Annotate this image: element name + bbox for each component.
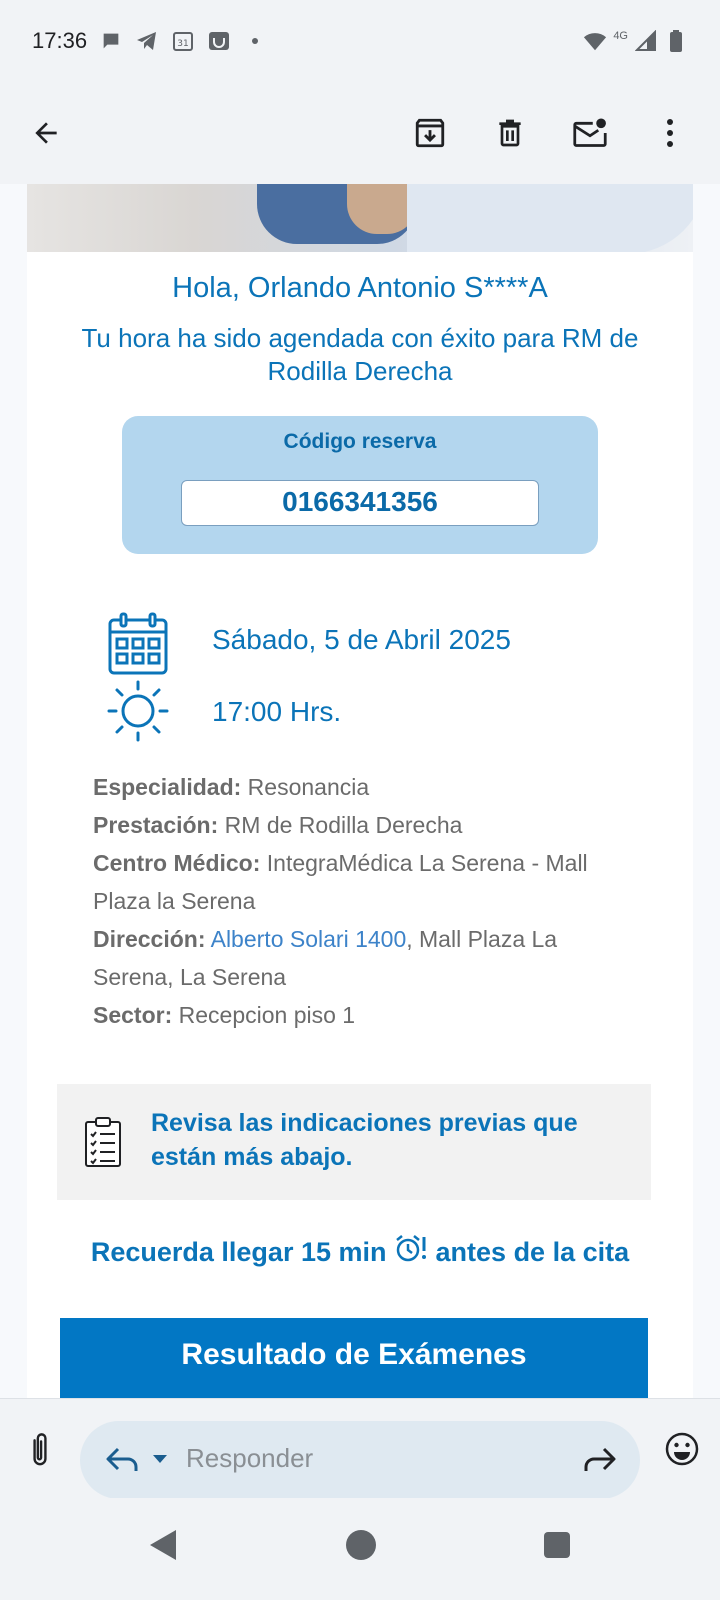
calendar-icon — [108, 612, 168, 675]
sun-icon — [107, 680, 169, 742]
reply-placeholder: Responder — [186, 1443, 314, 1473]
reminder-text: Recuerda llegar 15 min antes de la cita — [27, 1234, 693, 1268]
especialidad-value: Resonancia — [247, 774, 370, 800]
email-body[interactable]: Hola, Orlando Antonio S****A Tu hora ha … — [0, 184, 720, 1398]
sector-label: Sector: — [93, 1002, 173, 1028]
notice-text: Revisa las indicaciones previas que está… — [151, 1109, 578, 1171]
prestacion-label: Prestación: — [93, 812, 219, 838]
hero-image — [27, 184, 693, 252]
appointment-date: Sábado, 5 de Abril 2025 — [212, 624, 511, 655]
detail-centro: Centro Médico: IntegraMédica La Serena -… — [93, 844, 633, 920]
dot-icon — [243, 29, 267, 53]
detail-especialidad: Especialidad: Resonancia — [93, 768, 633, 806]
system-icons: 4G — [583, 29, 688, 53]
telegram-icon — [135, 29, 159, 53]
detail-prestacion: Prestación: RM de Rodilla Derecha — [93, 806, 633, 844]
more-vert-icon[interactable] — [642, 105, 698, 161]
email-card: Hola, Orlando Antonio S****A Tu hora ha … — [27, 184, 693, 1398]
reminder-after: antes de la cita — [435, 1237, 630, 1267]
emoji-icon[interactable] — [660, 1421, 704, 1477]
status-bar: 17:36 31 4G — [0, 0, 720, 82]
nav-back-icon[interactable] — [148, 1528, 178, 1562]
reservation-code-box: Código reserva 0166341356 — [122, 416, 598, 554]
greeting: Hola, Orlando Antonio S****A — [172, 272, 548, 304]
direccion-label: Dirección: — [93, 926, 206, 952]
reply-input[interactable]: Responder — [80, 1421, 640, 1499]
notice-box: Revisa las indicaciones previas que está… — [57, 1084, 651, 1200]
confirmation-subtitle: Tu hora ha sido agendada con éxito para … — [81, 323, 639, 386]
address-link[interactable]: Alberto Solari 1400 — [211, 926, 407, 952]
mailbox-icon — [207, 29, 231, 53]
alarm-clock-icon — [396, 1235, 427, 1262]
centro-label: Centro Médico: — [93, 850, 261, 876]
back-arrow-icon[interactable] — [22, 109, 70, 157]
prestacion-value: RM de Rodilla Derecha — [224, 812, 463, 838]
system-nav-bar — [0, 1498, 720, 1600]
wifi-icon — [583, 29, 607, 53]
reservation-code-value: 0166341356 — [181, 480, 539, 526]
reply-icon[interactable] — [102, 1441, 142, 1479]
battery-icon — [664, 29, 688, 53]
calendar-31-icon: 31 — [171, 29, 195, 53]
clipboard-icon — [85, 1117, 121, 1167]
email-toolbar — [0, 82, 720, 184]
sector-value: Recepcion piso 1 — [178, 1002, 356, 1028]
chat-bubble-icon — [99, 29, 123, 53]
detail-sector: Sector: Recepcion piso 1 — [93, 996, 633, 1034]
reply-bar: Responder — [0, 1398, 720, 1499]
appointment-time: 17:00 Hrs. — [212, 696, 342, 727]
status-time: 17:36 — [32, 28, 88, 53]
appointment-details: Especialidad: Resonancia Prestación: RM … — [93, 768, 633, 1034]
notification-icons: 31 — [99, 29, 267, 53]
forward-icon[interactable] — [580, 1441, 620, 1479]
trash-icon[interactable] — [482, 105, 538, 161]
chevron-down-icon[interactable] — [150, 1449, 170, 1469]
especialidad-label: Especialidad: — [93, 774, 242, 800]
exam-results-button[interactable]: Resultado de Exámenes — [60, 1318, 648, 1398]
detail-direccion: Dirección: Alberto Solari 1400, Mall Pla… — [93, 920, 633, 996]
svg-text:31: 31 — [177, 39, 188, 49]
nav-recents-icon[interactable] — [544, 1532, 570, 1558]
signal-icon — [634, 29, 658, 53]
network-type: 4G — [613, 30, 628, 42]
nav-home-icon[interactable] — [346, 1530, 376, 1560]
attach-icon[interactable] — [18, 1421, 62, 1477]
reminder-before: Recuerda llegar 15 min — [90, 1237, 387, 1267]
mark-unread-icon[interactable] — [562, 105, 618, 161]
archive-icon[interactable] — [402, 105, 458, 161]
reservation-code-label: Código reserva — [283, 430, 437, 453]
